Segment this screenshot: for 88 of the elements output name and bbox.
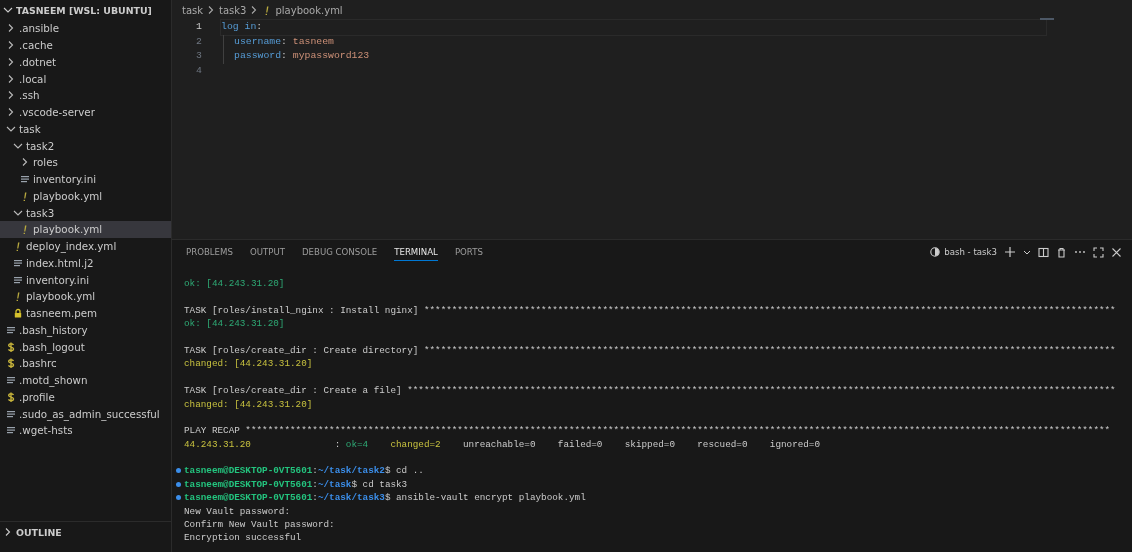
file-item[interactable]: inventory.ini bbox=[0, 170, 171, 188]
chevron-right-icon bbox=[6, 56, 16, 67]
command-status-dot bbox=[176, 495, 181, 501]
terminal-output-line: New Vault password: bbox=[184, 504, 290, 519]
lines-icon bbox=[6, 324, 16, 335]
file-item[interactable]: playbook.yml bbox=[0, 221, 171, 238]
terminal-output-line: TASK [roles/install_nginx : Install nginx] **************************************************************************************************************************** bbox=[184, 303, 1116, 318]
command-status-dot bbox=[176, 468, 181, 474]
file-item[interactable]: .motd_shown bbox=[0, 371, 171, 389]
file-item[interactable]: playbook.yml bbox=[0, 288, 171, 305]
chevron-right-icon bbox=[6, 90, 16, 101]
terminal-command-line: tasneem@DESKTOP-0VT5601:~/task/task3$ ansible-vault encrypt playbook.yml bbox=[184, 491, 586, 505]
lines-icon bbox=[13, 274, 23, 285]
close-icon[interactable] bbox=[1111, 246, 1122, 258]
chevron-right-icon bbox=[20, 157, 30, 168]
folder-item[interactable]: .vscode-server bbox=[0, 103, 171, 121]
folder-item[interactable]: .cache bbox=[0, 36, 171, 54]
file-item[interactable]: .bashrc bbox=[0, 355, 171, 372]
breadcrumb[interactable]: task bbox=[182, 4, 204, 16]
chevron-right-icon bbox=[6, 40, 16, 51]
line-number: 2 bbox=[195, 34, 203, 49]
terminal-selector[interactable]: bash - task3 bbox=[930, 247, 997, 257]
file-item[interactable]: deploy_index.yml bbox=[0, 237, 171, 255]
terminal-output-line: changed: [44.243.31.20] bbox=[184, 397, 313, 411]
breadcrumb[interactable]: task3 bbox=[219, 4, 247, 16]
chevron-right-icon bbox=[6, 23, 16, 34]
trash-icon[interactable] bbox=[1056, 246, 1067, 258]
file-item[interactable]: .wget-hsts bbox=[0, 422, 171, 439]
file-item[interactable]: playbook.yml bbox=[0, 187, 171, 205]
folder-item[interactable]: .ssh bbox=[0, 87, 171, 104]
line-number: 1 bbox=[195, 20, 203, 34]
lock-icon bbox=[13, 308, 23, 319]
plus-icon[interactable] bbox=[1004, 246, 1016, 258]
panel-tab[interactable]: PORTS bbox=[454, 243, 483, 261]
terminal-output-line: TASK [roles/create_dir : Create directory] **************************************************************************************************************************** bbox=[184, 343, 1116, 358]
maximize-icon[interactable] bbox=[1093, 246, 1104, 258]
file-item[interactable]: index.html.j2 bbox=[0, 254, 171, 272]
split-icon[interactable] bbox=[1038, 246, 1049, 258]
lines-icon bbox=[13, 257, 23, 268]
folder-item[interactable]: task bbox=[0, 120, 171, 138]
panel-tab[interactable]: TERMINAL bbox=[394, 243, 438, 261]
folder-item[interactable]: .ansible bbox=[0, 20, 171, 37]
dollar-icon bbox=[6, 341, 16, 352]
terminal-output-line: Encryption successful bbox=[184, 531, 302, 545]
folder-item[interactable]: roles bbox=[0, 154, 171, 171]
dollar-icon bbox=[6, 358, 16, 369]
chevron-right-icon bbox=[6, 73, 16, 84]
folder-item[interactable]: .local bbox=[0, 70, 171, 87]
terminal-command-line: tasneem@DESKTOP-0VT5601:~/task/task2$ cd .. bbox=[184, 464, 424, 478]
lines-icon bbox=[6, 375, 16, 386]
terminal-icon bbox=[930, 247, 941, 257]
outline-section-header[interactable]: OUTLINE bbox=[0, 522, 171, 542]
folder-item[interactable]: task3 bbox=[0, 204, 171, 221]
chevron-right-icon bbox=[3, 527, 13, 537]
line-number: 3 bbox=[195, 49, 203, 64]
file-item[interactable]: .sudo_as_admin_successful bbox=[0, 405, 171, 422]
code-line: username: tasneem bbox=[234, 34, 334, 49]
terminal-output-line: TASK [roles/create_dir : Create a file] ******************************************************************************************************************************* bbox=[184, 384, 1116, 398]
dollar-icon bbox=[6, 391, 16, 402]
terminal-output-line: ok: [44.243.31.20] bbox=[184, 317, 285, 331]
file-item[interactable]: .profile bbox=[0, 388, 171, 406]
terminal-output-line: ok: [44.243.31.20] bbox=[184, 277, 285, 291]
file-item[interactable]: inventory.ini bbox=[0, 271, 171, 288]
explorer-section-header[interactable]: TASNEEM [WSL: UBUNTU] bbox=[0, 0, 171, 20]
caret-icon[interactable] bbox=[1023, 248, 1031, 256]
file-item[interactable]: tasneem.pem bbox=[0, 304, 171, 322]
terminal-output-line: Confirm New Vault password: bbox=[184, 518, 335, 532]
folder-item[interactable]: task2 bbox=[0, 137, 171, 154]
terminal-output-line: 44.243.31.20 : ok=4 changed=2 unreachable=0 failed=0 skipped=0 rescued=0 ignored=0 bbox=[184, 437, 821, 452]
terminal-output-line: PLAY RECAP *********************************************************************************************************************************************************** bbox=[184, 424, 1111, 438]
terminal-output-line: changed: [44.243.31.20] bbox=[184, 357, 313, 371]
chevron-down-icon bbox=[3, 5, 13, 15]
code-line: log in: bbox=[221, 20, 1046, 35]
lines-icon bbox=[20, 174, 30, 185]
folder-item[interactable]: .dotnet bbox=[0, 53, 171, 71]
code-line: password: mypassword123 bbox=[234, 49, 370, 64]
lines-icon bbox=[6, 408, 16, 419]
file-item[interactable]: .bash_logout bbox=[0, 338, 171, 355]
panel-tab[interactable]: PROBLEMS bbox=[186, 243, 233, 261]
file-item[interactable]: .bash_history bbox=[0, 321, 171, 339]
breadcrumb[interactable]: playbook.yml bbox=[275, 4, 343, 16]
panel-tab[interactable]: DEBUG CONSOLE bbox=[301, 243, 378, 261]
panel-tab[interactable]: OUTPUT bbox=[249, 243, 285, 261]
terminal-command-line: tasneem@DESKTOP-0VT5601:~/task$ cd task3 bbox=[184, 477, 408, 492]
chevron-right-icon bbox=[6, 107, 16, 118]
command-status-dot bbox=[176, 481, 181, 487]
line-number: 4 bbox=[195, 64, 203, 79]
lines-icon bbox=[6, 425, 16, 436]
